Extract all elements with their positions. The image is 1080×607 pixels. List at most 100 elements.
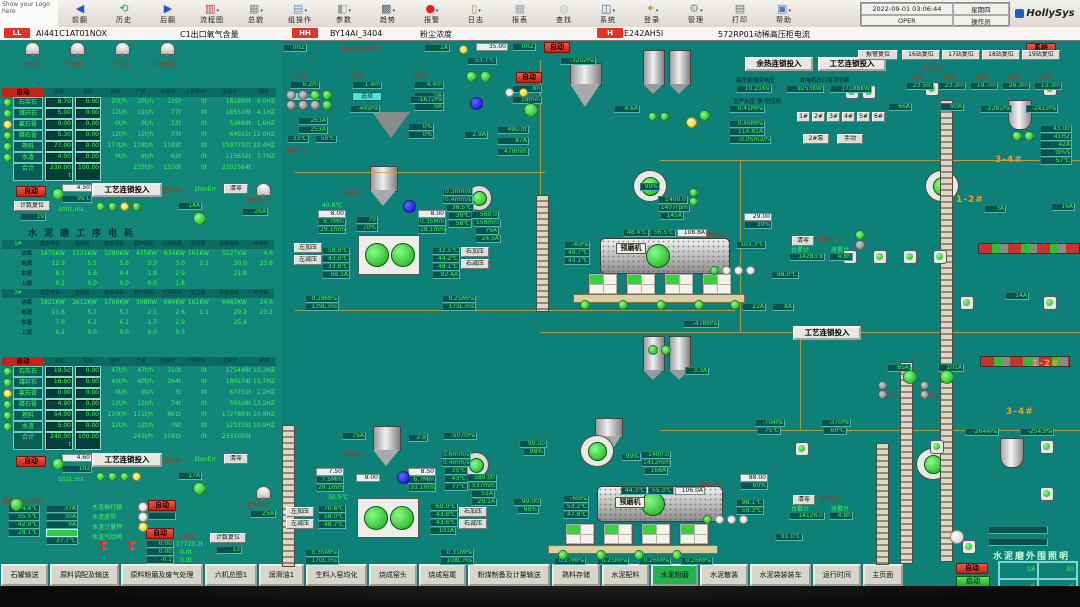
- toolbar-item-登录[interactable]: ✦▾登录: [630, 1, 674, 27]
- pump-icon[interactable]: [930, 440, 944, 454]
- bucket-elevator[interactable]: [536, 195, 549, 312]
- small-button[interactable]: 左加压: [294, 243, 322, 253]
- setpoint-field[interactable]: 7.50: [316, 468, 344, 476]
- small-button[interactable]: 17站复位: [942, 50, 980, 60]
- setpoint-field[interactable]: 16.60: [45, 377, 73, 388]
- toolbar-item-后翻[interactable]: ▶后翻: [146, 1, 190, 27]
- toolbar-item-参数[interactable]: ◧▾参数: [322, 1, 366, 27]
- small-button[interactable]: 6#: [872, 112, 885, 122]
- roller-press[interactable]: [357, 498, 419, 538]
- nav-button-熟料存储[interactable]: 熟料存储: [552, 564, 599, 586]
- toolbar-item-查找[interactable]: ◎查找: [542, 1, 586, 27]
- feed-bin[interactable]: [373, 426, 401, 452]
- small-button[interactable]: 右加压: [459, 507, 487, 517]
- mode-button[interactable]: 自动: [544, 42, 570, 53]
- bag-filter[interactable]: [626, 273, 656, 295]
- actual-field[interactable]: 0.00: [75, 366, 101, 377]
- toolbar-item-趋势[interactable]: ▩▾趋势: [366, 1, 410, 27]
- toolbar-item-报警[interactable]: ●▾报警: [410, 1, 454, 27]
- setpoint-field[interactable]: 8.50: [408, 468, 436, 476]
- pump-icon[interactable]: [960, 296, 974, 310]
- actual-field[interactable]: 0.00: [75, 399, 101, 410]
- setpoint-field[interactable]: 35.00: [476, 43, 508, 51]
- actual-field[interactable]: 0.00: [75, 421, 101, 432]
- small-button[interactable]: 清零: [224, 184, 248, 194]
- blend-hopper[interactable]: [372, 112, 410, 138]
- nav-button-水泥粉磨[interactable]: 水泥粉磨: [651, 564, 698, 586]
- setpoint-field[interactable]: 77.00: [45, 141, 73, 152]
- setpoint-field[interactable]: 0.00: [45, 388, 73, 399]
- total-setpoint[interactable]: 240.00 t: [45, 432, 73, 450]
- cement-silo-pair[interactable]: [669, 50, 691, 86]
- setpoint-field[interactable]: 5.00: [45, 108, 73, 119]
- select-button[interactable]: 选择: [352, 92, 382, 101]
- nav-button-石罐输送[interactable]: 石罐输送: [1, 564, 48, 586]
- bucket-elevator[interactable]: [876, 443, 889, 565]
- nav-button-水泥散装[interactable]: 水泥散装: [700, 564, 747, 586]
- toolbar-item-前翻[interactable]: ◀前翻: [58, 1, 102, 27]
- toolbar-item-历史[interactable]: ⟲历史: [102, 1, 146, 27]
- mode-button[interactable]: 自动: [16, 186, 46, 197]
- small-button[interactable]: 16站复位: [902, 50, 940, 60]
- small-button[interactable]: 清零: [224, 454, 248, 464]
- total-setpoint[interactable]: 230.00 t: [45, 163, 73, 181]
- small-button[interactable]: 3#: [827, 112, 840, 122]
- pump-icon[interactable]: [962, 540, 976, 554]
- setpoint-field[interactable]: 0.00: [45, 119, 73, 130]
- setpoint-field[interactable]: 5.00: [45, 421, 73, 432]
- setpoint-field[interactable]: 5.30: [45, 130, 73, 141]
- actual-field[interactable]: 0.00: [75, 119, 101, 130]
- small-button[interactable]: 左加压: [286, 507, 314, 517]
- pump-icon[interactable]: [933, 250, 947, 264]
- cyclone[interactable]: [1000, 438, 1024, 468]
- toolbar-item-系统[interactable]: ◫▾系统: [586, 1, 630, 27]
- actual-field[interactable]: 0.00: [75, 97, 101, 108]
- bucket-elevator[interactable]: [282, 425, 295, 567]
- setpoint-field[interactable]: 108.8A: [677, 229, 707, 237]
- pump-icon[interactable]: [903, 250, 917, 264]
- setpoint-field[interactable]: 54.00: [45, 410, 73, 421]
- pump-icon[interactable]: [1043, 296, 1057, 310]
- actual-field[interactable]: 0.00: [75, 410, 101, 421]
- small-button[interactable]: 4#: [842, 112, 855, 122]
- toolbar-item-帮助[interactable]: ▣▾帮助: [762, 1, 806, 27]
- toolbar-item-流程图[interactable]: ▥▾流程图: [190, 1, 234, 27]
- table-auto-button[interactable]: 自动: [2, 88, 44, 97]
- setpoint-field[interactable]: 4.00: [45, 152, 73, 163]
- bag-filter[interactable]: [702, 273, 732, 295]
- small-button[interactable]: 左减压: [294, 255, 322, 265]
- interlock-button[interactable]: 工艺连锁投入: [92, 183, 162, 197]
- bag-filter[interactable]: [679, 523, 709, 545]
- small-button[interactable]: 2#: [812, 112, 825, 122]
- small-button[interactable]: 2#泵: [803, 134, 829, 144]
- alarm-tag[interactable]: BY14AI_3404: [330, 29, 382, 38]
- alarm-tag[interactable]: AI441C1AT01NOX: [36, 29, 107, 38]
- nav-button-水泥袋装装车[interactable]: 水泥袋装装车: [750, 564, 811, 586]
- mode-button[interactable]: 自动: [16, 456, 46, 467]
- pump-icon[interactable]: [873, 250, 887, 264]
- lighting-auto-button[interactable]: 自动: [956, 563, 988, 574]
- bag-filter[interactable]: [565, 523, 595, 545]
- nav-button-粉煤制备及计量输送[interactable]: 粉煤制备及计量输送: [468, 564, 550, 586]
- setpoint-field[interactable]: 29.00: [744, 213, 772, 221]
- nav-button-烧成窑头[interactable]: 烧成窑头: [369, 564, 416, 586]
- nav-button-生料入窑均化[interactable]: 生料入窑均化: [306, 564, 367, 586]
- nav-button-主页面[interactable]: 主页面: [863, 564, 903, 586]
- setpoint-field[interactable]: 8.00: [356, 474, 380, 482]
- mode-button[interactable]: 自动: [516, 72, 542, 83]
- pump-icon[interactable]: [1040, 440, 1054, 454]
- nav-button-润滑油1[interactable]: 润滑油1: [259, 564, 304, 586]
- cement-silo-pair[interactable]: [643, 50, 665, 86]
- toolbar-item-打印[interactable]: ▤打印: [718, 1, 762, 27]
- bag-filter[interactable]: [641, 523, 671, 545]
- small-button[interactable]: 报警复位: [858, 50, 898, 60]
- interlock-button[interactable]: 余热连锁投入: [745, 57, 813, 71]
- interlock-button[interactable]: 工艺连锁投入: [92, 453, 162, 467]
- bag-filter[interactable]: [603, 523, 633, 545]
- setpoint-field[interactable]: 4.50: [62, 184, 92, 192]
- setpoint-field[interactable]: 8.00: [418, 210, 446, 218]
- nav-button-六机总图1[interactable]: 六机总图1: [205, 564, 257, 586]
- alarm-tag[interactable]: E242AH5I: [624, 29, 663, 38]
- small-button[interactable]: 右减压: [461, 259, 489, 269]
- small-button[interactable]: 右减压: [459, 519, 487, 529]
